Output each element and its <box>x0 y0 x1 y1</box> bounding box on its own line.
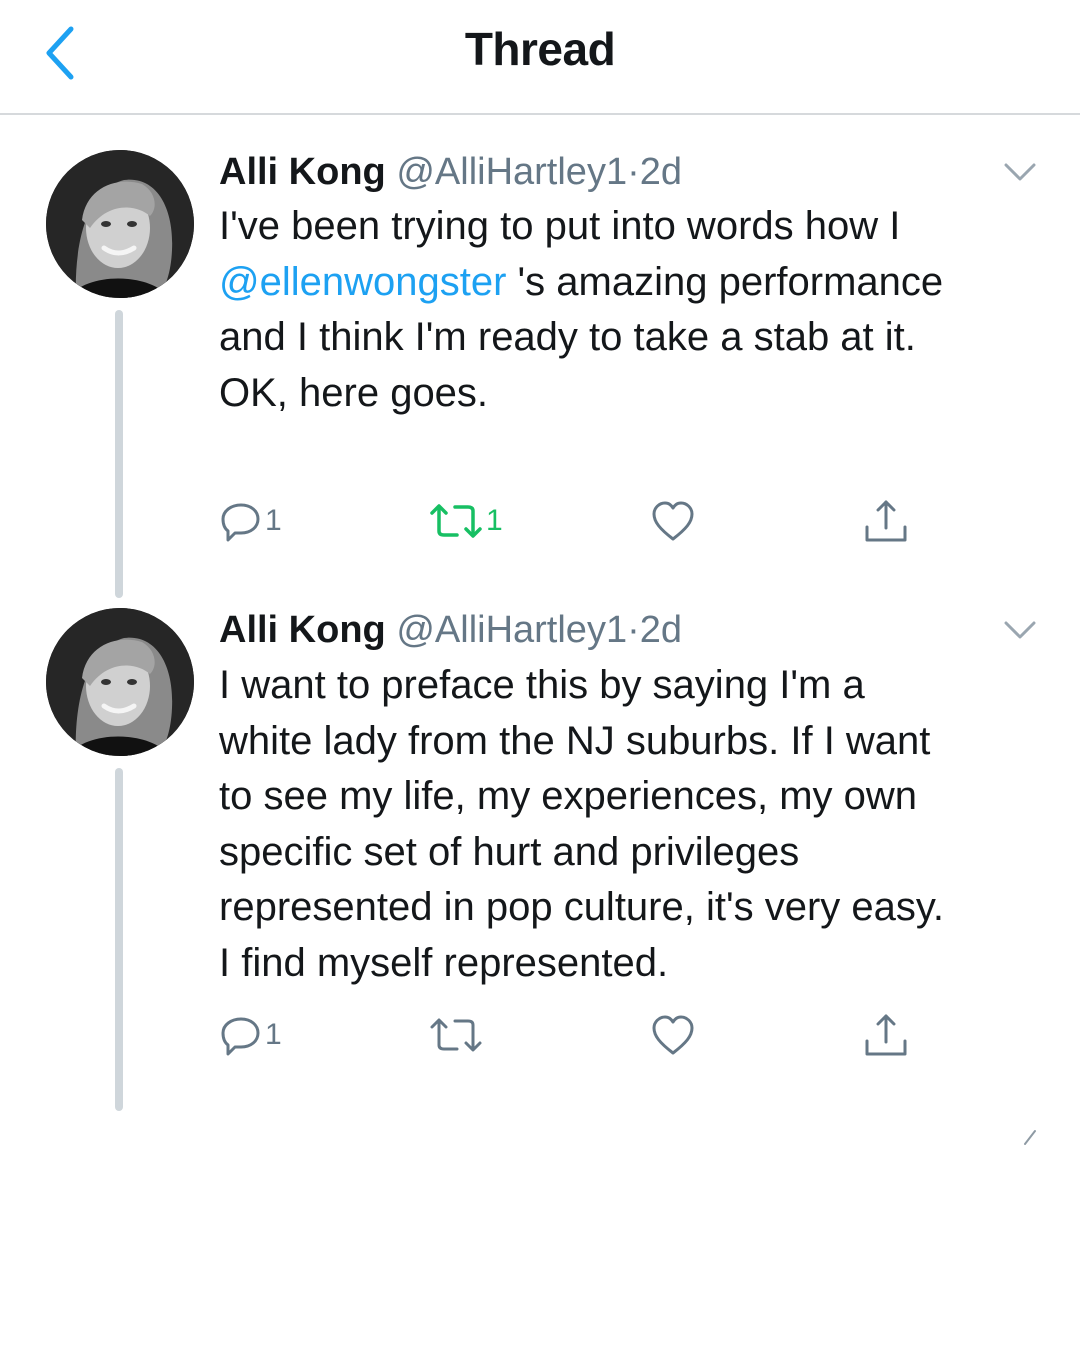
retweet-icon <box>430 1018 482 1052</box>
separator: · <box>627 151 640 193</box>
reply-button[interactable]: 1 <box>219 496 282 546</box>
like-button[interactable] <box>650 1010 696 1060</box>
tweet-text: I want to preface this by saying I'm a w… <box>219 658 1049 992</box>
tweet-line: I want to preface this by saying I'm a <box>219 663 865 707</box>
tweet-header: Alli Kong @AlliHartley1·2d <box>219 150 682 194</box>
tweet-text: I've been trying to put into words how I… <box>219 199 1049 421</box>
timestamp: 2d <box>639 151 683 193</box>
timestamp: 2d <box>639 609 683 651</box>
share-button[interactable] <box>862 1010 910 1060</box>
reply-button[interactable]: 1 <box>219 1010 282 1060</box>
author-handle[interactable]: @AlliHartley1 <box>396 609 627 651</box>
avatar[interactable] <box>46 608 194 756</box>
chevron-down-icon[interactable] <box>1000 160 1040 184</box>
navigation-header: Thread <box>0 0 1080 115</box>
reply-icon <box>221 503 260 542</box>
reply-count: 1 <box>265 504 282 537</box>
author-handle[interactable]: @AlliHartley1 <box>396 151 627 193</box>
mention-link[interactable]: @ellenwongster <box>219 260 506 304</box>
avatar[interactable] <box>46 150 194 298</box>
tweet-line: OK, here goes. <box>219 370 489 415</box>
separator: · <box>627 609 640 651</box>
tweet-line: I've been trying to put into words how I <box>219 204 901 248</box>
tweet-header: Alli Kong @AlliHartley1·2d <box>219 608 682 652</box>
page-title: Thread <box>464 23 616 75</box>
retweet-button[interactable]: 1 <box>428 496 503 546</box>
tweet-line: specific set of hurt and privileges <box>219 829 800 874</box>
thread-connector-line <box>115 310 123 598</box>
tweet-actions: 1 1 <box>0 496 1080 546</box>
reply-icon <box>221 1017 260 1056</box>
tweet-actions: 1 <box>0 1010 1080 1060</box>
tweet-line: white lady from the NJ suburbs. If I wan… <box>219 718 931 763</box>
tweet-line: @ellenwongster 's amazing performance <box>219 255 1049 311</box>
tweet-line: and I think I'm ready to take a stab at … <box>219 315 916 360</box>
tweet-line: I find myself represented. <box>219 940 669 985</box>
retweet-count: 1 <box>486 504 503 537</box>
retweet-icon <box>430 504 482 538</box>
scroll-indicator-mark <box>1024 1130 1036 1145</box>
retweet-button[interactable] <box>428 1010 486 1060</box>
tweet-line: represented in pop culture, it's very ea… <box>219 885 945 930</box>
author-name[interactable]: Alli Kong <box>219 609 386 651</box>
like-button[interactable] <box>650 496 696 546</box>
tweet-line: to see my life, my experiences, my own <box>219 774 918 819</box>
chevron-down-icon[interactable] <box>1000 618 1040 642</box>
share-icon <box>865 1014 907 1056</box>
author-name[interactable]: Alli Kong <box>219 151 386 193</box>
heart-icon <box>652 1015 694 1055</box>
reply-count: 1 <box>265 1018 282 1051</box>
tweet-line-text: 's amazing performance <box>506 259 944 304</box>
share-button[interactable] <box>862 496 910 546</box>
heart-icon <box>652 501 694 541</box>
share-icon <box>865 500 907 542</box>
